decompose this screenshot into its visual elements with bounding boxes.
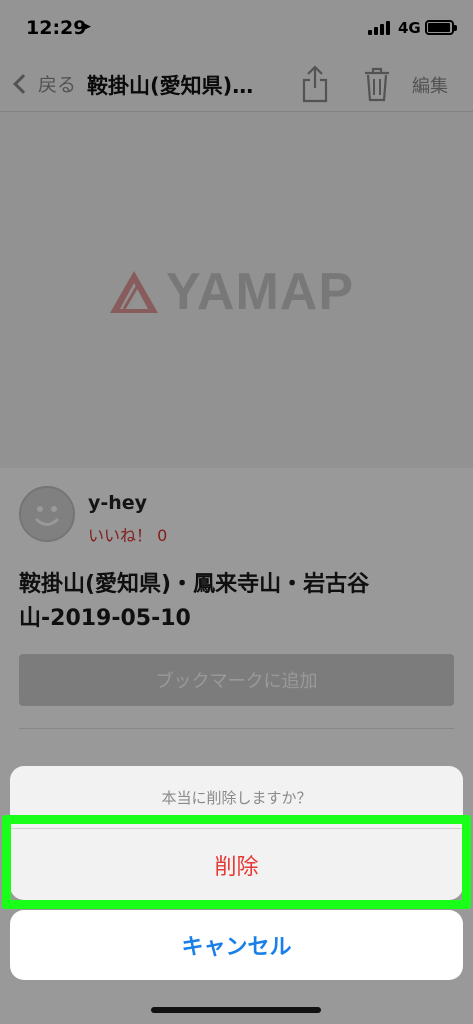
home-indicator[interactable] [151,1007,321,1013]
cancel-button[interactable]: キャンセル [10,910,463,980]
highlight-box [2,815,471,909]
